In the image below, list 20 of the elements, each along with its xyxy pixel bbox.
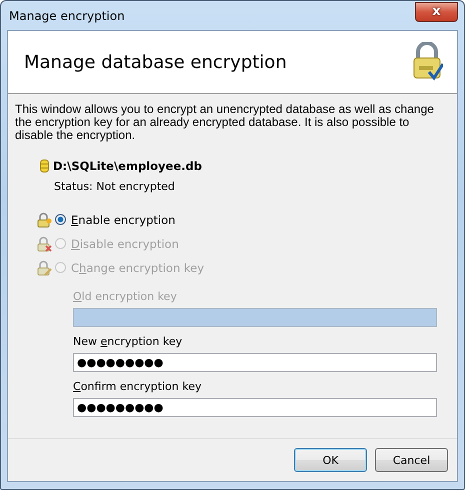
field-label: Old encryption key (73, 290, 178, 303)
padlock-key-icon (37, 212, 52, 228)
radio-button[interactable] (55, 214, 66, 225)
key-input-field[interactable]: ●●●●●●●●● (73, 398, 437, 417)
field-label: Confirm encryption key (73, 380, 202, 393)
window-title: Manage encryption (9, 8, 125, 22)
padlock-check-icon (411, 42, 443, 82)
field-label: New encryption key (73, 335, 184, 348)
radio-label[interactable]: Enable encryption (71, 212, 176, 226)
database-icon (40, 159, 49, 173)
database-path: D:\SQLite\employee.db (53, 159, 202, 173)
close-button[interactable]: x (415, 2, 458, 22)
padlock-cross-icon (37, 236, 52, 252)
description-text: This window allows you to encrypt an unencrypted database as well as change the encryption key for an already encrypted database. It is also possible to disable the encryption. (15, 103, 435, 142)
ok-button[interactable]: OK (294, 448, 367, 472)
key-input-field[interactable]: ●●●●●●●●● (73, 353, 437, 372)
cancel-button[interactable]: Cancel (375, 448, 448, 472)
status-text: Status: Not encrypted (54, 180, 176, 193)
padlock-pencil-icon (37, 260, 52, 276)
header-title: Manage database encryption (24, 52, 287, 72)
